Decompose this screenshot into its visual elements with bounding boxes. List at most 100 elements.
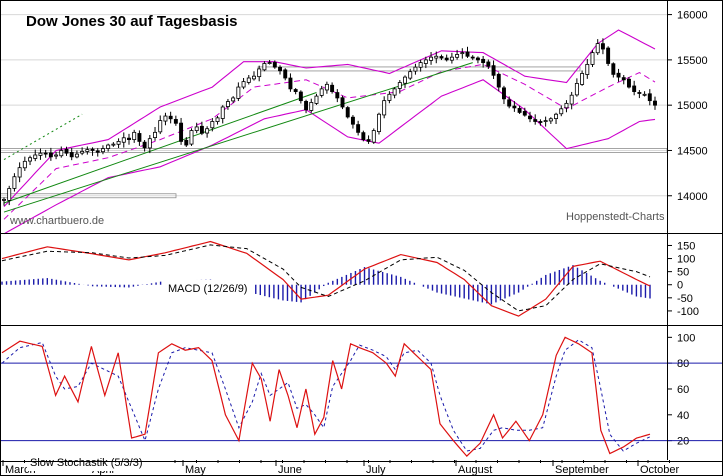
month-label: May: [185, 464, 206, 476]
candle-body: [486, 61, 491, 67]
candle-body: [59, 150, 64, 157]
candle-body: [403, 76, 407, 84]
candle-body: [179, 122, 184, 142]
candle-body: [345, 107, 350, 118]
candle-body: [522, 111, 527, 116]
candle-body: [335, 92, 340, 99]
candle-body: [475, 57, 480, 61]
candle-body: [444, 57, 449, 61]
macd-tick-label: 0: [677, 280, 683, 292]
candle-body: [455, 54, 460, 58]
candle-body: [585, 64, 590, 75]
candle-body: [12, 176, 17, 189]
candle-body: [231, 97, 236, 102]
candle-body: [632, 85, 637, 92]
candle-body: [199, 125, 204, 134]
candle-body: [246, 77, 251, 83]
price-tick-label: 14000: [677, 191, 708, 203]
macd-tick-label: 50: [677, 267, 689, 279]
candle-body: [616, 72, 621, 78]
candle-body: [470, 56, 475, 59]
candle-body: [653, 100, 657, 106]
candle-body: [538, 121, 543, 123]
candle-body: [496, 73, 501, 88]
candle-body: [137, 133, 142, 142]
candle-body: [142, 141, 147, 149]
candle-body: [225, 101, 230, 107]
candle-body: [100, 148, 105, 153]
candle-body: [590, 52, 595, 65]
candle-body: [528, 115, 532, 120]
candle-body: [64, 148, 69, 154]
candle-body: [153, 131, 157, 138]
candle-body: [642, 93, 647, 96]
macd-tick-label: 150: [677, 240, 695, 252]
candle-body: [418, 62, 423, 68]
candle-body: [434, 55, 439, 59]
candle-body: [106, 144, 111, 149]
candle-body: [595, 43, 600, 54]
month-label: July: [366, 464, 386, 476]
candle-body: [80, 150, 85, 154]
price-tick-label: 15000: [677, 100, 708, 112]
stoch-tick-label: 40: [677, 410, 689, 422]
price-panel: 14000 14500 15000 15500 16000: [0, 10, 708, 235]
candle-body: [69, 152, 74, 158]
candle-body: [298, 91, 303, 102]
candle-body: [43, 152, 48, 155]
candle-body: [413, 66, 418, 72]
candle-body: [600, 43, 605, 50]
macd-tick-label: -50: [677, 293, 693, 305]
chart-title: Dow Jones 30 auf Tagesbasis: [26, 13, 237, 30]
candle-body: [481, 58, 486, 64]
month-label: June: [278, 464, 302, 476]
candle-body: [460, 52, 465, 55]
candle-body: [491, 65, 496, 76]
candle-body: [54, 154, 59, 157]
candle-body: [241, 81, 246, 88]
candle-body: [257, 68, 262, 78]
candle-body: [574, 83, 579, 96]
candle-body: [429, 56, 434, 61]
stochastic-label: Slow Stochastik (5/3/3): [30, 457, 143, 469]
candle-body: [184, 139, 189, 146]
month-label: September: [555, 464, 609, 476]
candle-body: [127, 137, 131, 140]
stoch-tick-label: 20: [677, 436, 689, 448]
candle-body: [7, 188, 12, 201]
candle-body: [272, 62, 277, 68]
stoch-tick-label: 100: [677, 332, 695, 344]
candle-body: [340, 97, 345, 108]
candle-body: [502, 87, 506, 100]
candle-body: [314, 95, 319, 104]
candle-body: [210, 121, 215, 129]
candle-body: [158, 120, 163, 133]
source-right-label: Hoppenstedt-Charts: [566, 211, 665, 223]
candle-body: [95, 150, 100, 153]
candle-body: [288, 77, 293, 90]
candle-body: [74, 153, 79, 158]
dow-jones-chart: 1400014500150001550016000 150100500-50-1…: [0, 0, 723, 476]
candle-body: [366, 139, 371, 142]
candle-body: [173, 119, 178, 124]
price-tick-label: 15500: [677, 55, 708, 67]
candle-body: [361, 132, 366, 141]
candle-body: [293, 89, 298, 92]
candle-body: [220, 106, 225, 119]
candle-body: [2, 198, 6, 201]
candle-body: [559, 108, 564, 115]
candle-body: [111, 143, 116, 146]
candle-body: [33, 154, 38, 159]
candle-body: [215, 117, 220, 122]
month-label: August: [458, 464, 492, 476]
stoch-tick-label: 60: [677, 384, 689, 396]
candle-body: [517, 108, 522, 113]
candle-body: [252, 75, 256, 80]
candle-body: [626, 78, 631, 88]
candle-body: [449, 56, 454, 61]
stochastic-panel: 100 80 60 40 20: [0, 332, 722, 457]
candle-body: [465, 51, 470, 57]
candle-body: [38, 152, 43, 156]
candle-body: [85, 149, 90, 152]
macd-tick-label: -100: [677, 306, 699, 318]
